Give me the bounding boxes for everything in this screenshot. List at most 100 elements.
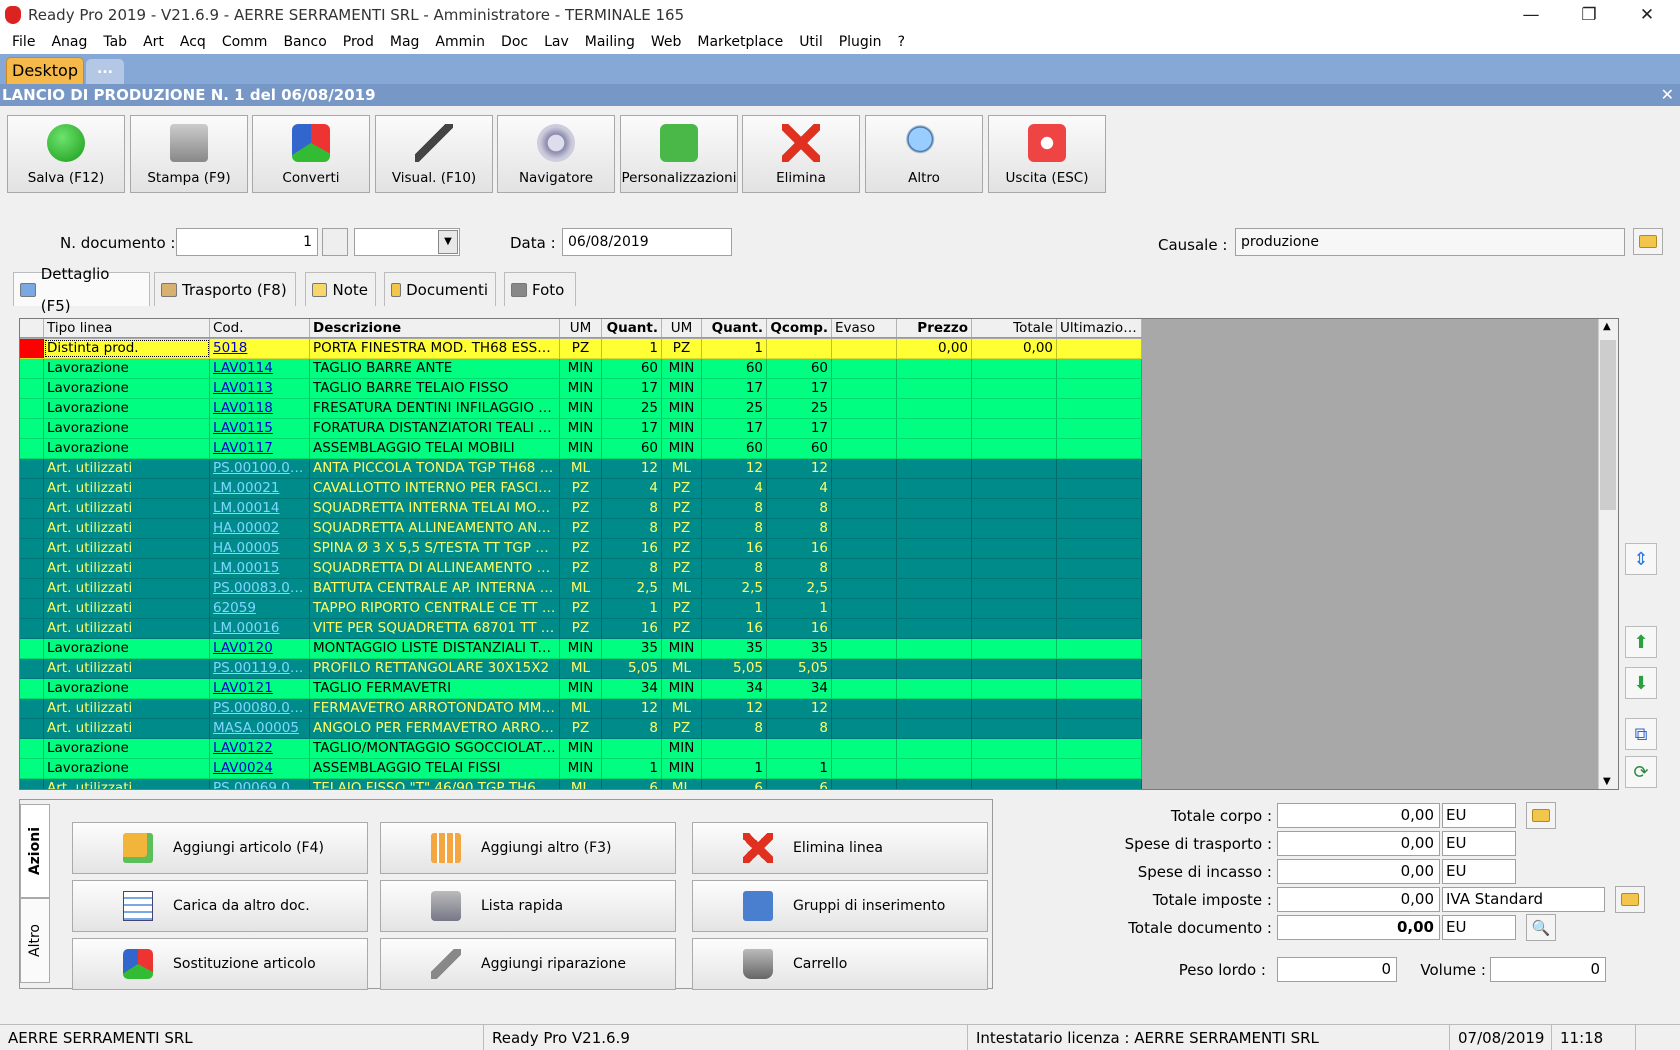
menu-item-ammin[interactable]: Ammin [427,34,493,50]
code-link[interactable]: LM.00015 [210,559,310,578]
action-button-load-doc[interactable]: Carica da altro doc. [72,880,368,932]
code-link[interactable]: LAV0113 [210,379,310,398]
table-row[interactable]: Art. utilizzati LM.00021 CAVALLOTTO INTERN… [20,479,1142,499]
grid-scroll-thumb[interactable] [1600,340,1616,510]
tab-foto[interactable]: Foto [504,272,576,306]
menu-item-art[interactable]: Art [135,34,172,50]
code-link[interactable]: PS.00080.00... [210,699,310,718]
tab-more[interactable]: ... [86,59,124,84]
action-button-quick-list[interactable]: Lista rapida [380,880,676,932]
restore-icon[interactable]: ❐ [1560,0,1618,30]
table-row[interactable]: Art. utilizzati HA.00005 SPINA Ø 3 X 5,5 S… [20,539,1142,559]
row-indicator[interactable] [20,719,44,738]
code-link[interactable]: HA.00005 [210,539,310,558]
totale-corpo-value[interactable]: 0,00 [1277,803,1440,828]
menu-item-help[interactable]: ? [890,34,913,50]
ndoc-input[interactable]: 1 [176,228,318,256]
grid-header-cell[interactable]: UM [662,319,702,337]
ndoc-series-select[interactable]: ▼ [354,228,460,256]
code-link[interactable]: LAV0024 [210,759,310,778]
row-indicator[interactable] [20,479,44,498]
grid-header-cell[interactable]: Qcomp. [767,319,832,337]
table-row[interactable]: Art. utilizzati HA.00002 SQUADRETTA ALLINE… [20,519,1142,539]
action-button-insert-group[interactable]: Gruppi di inserimento [692,880,988,932]
menu-item-banco[interactable]: Banco [275,34,334,50]
table-row[interactable]: Lavorazione LAV0114 TAGLIO BARRE ANTE MIN 60… [20,359,1142,379]
code-link[interactable]: PS.00069.00... [210,779,310,790]
table-row[interactable]: Lavorazione LAV0024 ASSEMBLAGGIO TELAI FIS… [20,759,1142,779]
spese-trasporto-value[interactable]: 0,00 [1277,831,1440,856]
code-link[interactable]: 62059 [210,599,310,618]
minimize-icon[interactable]: — [1502,0,1560,30]
row-indicator[interactable] [20,559,44,578]
move-updown-icon[interactable]: ⇕ [1625,543,1657,575]
grid-header-cell[interactable]: Tipo linea [44,319,210,337]
action-button-add-other[interactable]: Aggiungi altro (F3) [380,822,676,874]
table-row[interactable]: Lavorazione LAV0120 MONTAGGIO LISTE DISTAN… [20,639,1142,659]
menu-item-acq[interactable]: Acq [172,34,214,50]
menu-item-web[interactable]: Web [643,34,690,50]
menu-item-mag[interactable]: Mag [382,34,428,50]
action-button-add-article[interactable]: Aggiungi articolo (F4) [72,822,368,874]
table-row[interactable]: Lavorazione LAV0121 TAGLIO FERMAVETRI MIN 34… [20,679,1142,699]
code-link[interactable]: LAV0117 [210,439,310,458]
row-indicator[interactable] [20,579,44,598]
grid-header-cell[interactable]: Evaso [832,319,897,337]
table-row[interactable]: Art. utilizzati PS.00083.00... BATTUTA CEN… [20,579,1142,599]
row-indicator[interactable] [20,739,44,758]
table-row[interactable]: Lavorazione LAV0122 TAGLIO/MONTAGGIO SGOCC… [20,739,1142,759]
spese-incasso-value[interactable]: 0,00 [1277,859,1440,884]
table-row[interactable]: Art. utilizzati LM.00016 VITE PER SQUADRET… [20,619,1142,639]
toolbar-button-printer[interactable]: Stampa (F9) [130,115,248,193]
totale-imposte-value[interactable]: 0,00 [1277,887,1440,912]
table-row[interactable]: Art. utilizzati LM.00014 SQUADRETTA INTERN… [20,499,1142,519]
tab-azioni[interactable]: Azioni [20,804,50,898]
refresh-icon[interactable]: ⟳ [1625,756,1657,788]
causale-input[interactable]: produzione [1235,228,1625,256]
table-row[interactable]: Art. utilizzati MASA.00005 ANGOLO PER FERM… [20,719,1142,739]
row-indicator[interactable] [20,779,44,790]
menu-item-util[interactable]: Util [791,34,831,50]
table-row[interactable]: Lavorazione LAV0113 TAGLIO BARRE TELAIO FI… [20,379,1142,399]
menu-item-prod[interactable]: Prod [335,34,382,50]
row-indicator[interactable] [20,339,44,358]
toolbar-button-puzzle[interactable]: Personalizzazioni [620,115,738,193]
menu-item-anag[interactable]: Anag [43,34,95,50]
menu-item-mailing[interactable]: Mailing [577,34,643,50]
menu-item-tab[interactable]: Tab [95,34,135,50]
tab-altro[interactable]: Altro [20,898,50,983]
move-down-icon[interactable]: ⬇ [1625,667,1657,699]
table-row[interactable]: Lavorazione LAV0115 FORATURA DISTANZIATORI… [20,419,1142,439]
toolbar-button-navigator[interactable]: Navigatore [497,115,615,193]
grid-header-cell[interactable]: Quant. [702,319,767,337]
table-row[interactable]: Lavorazione LAV0117 ASSEMBLAGGIO TELAI MOB… [20,439,1142,459]
row-indicator[interactable] [20,419,44,438]
code-link[interactable]: LAV0118 [210,399,310,418]
toolbar-button-magnifier[interactable]: Altro [865,115,983,193]
document-close-icon[interactable]: ✕ [1661,84,1674,106]
table-row[interactable]: Art. utilizzati PS.00119.00... PROFILO RET… [20,659,1142,679]
row-indicator[interactable] [20,439,44,458]
code-link[interactable]: PS.00100.00... [210,459,310,478]
grid-header-cell[interactable]: Quant. [602,319,662,337]
grid-header-cell[interactable]: Prezzo [897,319,972,337]
copy-icon[interactable]: ⧉ [1625,718,1657,750]
data-input[interactable]: 06/08/2019 [562,228,732,256]
code-link[interactable]: PS.00119.00... [210,659,310,678]
row-indicator[interactable] [20,639,44,658]
row-indicator[interactable] [20,619,44,638]
grid-header-cell[interactable]: Ultimazione [1057,319,1142,337]
totale-documento-zoom-button[interactable]: 🔍 [1526,914,1556,941]
menu-item-marketplace[interactable]: Marketplace [689,34,791,50]
code-link[interactable]: LM.00016 [210,619,310,638]
table-row[interactable]: Art. utilizzati PS.00069.00... TELAIO FISS… [20,779,1142,790]
menu-item-plugin[interactable]: Plugin [831,34,890,50]
row-indicator[interactable] [20,519,44,538]
menu-item-file[interactable]: File [4,34,43,50]
toolbar-button-convert[interactable]: Converti [252,115,370,193]
grid-header-cell[interactable]: UM [560,319,602,337]
table-row[interactable]: Distinta prod. 5018 PORTA FINESTRA MOD. TH… [20,339,1142,359]
action-button-delete-line[interactable]: Elimina linea [692,822,988,874]
menu-item-doc[interactable]: Doc [493,34,536,50]
code-link[interactable]: LAV0122 [210,739,310,758]
